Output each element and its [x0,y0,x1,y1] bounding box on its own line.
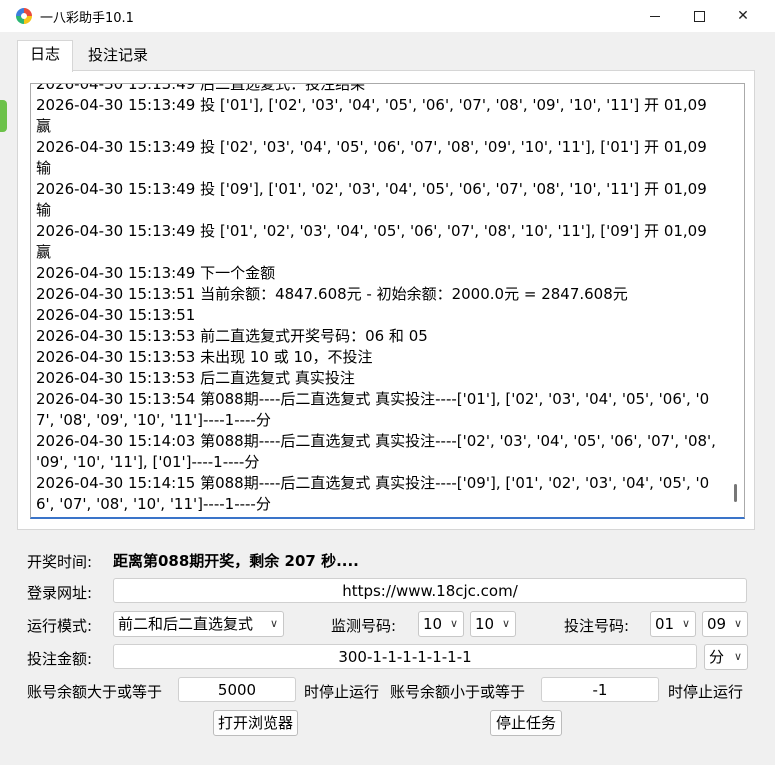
login-url-label: 登录网址: [27,584,93,602]
bet-unit-select[interactable]: 分 ∨ [704,644,748,670]
stop-above-label: 账号余额大于或等于 [27,683,163,701]
tab-log[interactable]: 日志 [17,40,74,72]
bet-number-1-value: 01 [655,615,675,633]
log-line: 2026-04-30 15:14:23 第088期----后二直选复式 真实投注… [36,515,726,517]
login-url-input[interactable]: https://www.18cjc.com/ [113,578,747,603]
log-line: 2026-04-30 15:13:54 第088期----后二直选复式 真实投注… [36,390,710,429]
log-line: 2026-04-30 15:13:49 投 ['01', '02', '03',… [36,222,707,261]
log-lines: 2026-04-30 15:13:49 后二直选复式：投注结果 2026-04-3… [36,83,726,517]
maximize-button[interactable] [676,0,722,32]
close-button[interactable]: ✕ [720,0,766,32]
draw-time-label: 开奖时间: [27,553,93,571]
bet-amount-label: 投注金额: [27,650,93,668]
log-line: 2026-04-30 15:14:03 第088期----后二直选复式 真实投注… [36,432,716,471]
stop-task-button[interactable]: 停止任务 [490,710,562,736]
log-textarea[interactable]: 2026-04-30 15:13:49 后二直选复式：投注结果 2026-04-3… [30,83,745,519]
bet-number-label: 投注号码: [564,617,630,635]
log-line: 2026-04-30 15:13:51 当前余额：4847.608元 - 初始余… [36,285,628,303]
minimize-button[interactable] [632,0,678,32]
monitor-number-1-value: 10 [423,615,443,633]
app-icon [16,8,32,24]
log-line: 2026-04-30 15:13:49 投 ['02', '03', '04',… [36,138,707,177]
bet-number-2-select[interactable]: 09 ∨ [702,611,748,637]
run-mode-value: 前二和后二直选复式 [118,615,254,633]
log-line: 2026-04-30 15:13:49 投 ['01'], ['02', '03… [36,96,707,135]
chevron-down-icon: ∨ [733,617,742,630]
chevron-down-icon: ∨ [681,617,690,630]
log-line: 2026-04-30 15:14:15 第088期----后二直选复式 真实投注… [36,474,710,513]
window-title: 一八彩助手10.1 [40,11,134,26]
log-line: 2026-04-30 15:13:49 投 ['09'], ['01', '02… [36,180,707,219]
background-window-edge [0,100,7,132]
monitor-number-2-value: 10 [475,615,495,633]
log-tab-panel: 2026-04-30 15:13:49 后二直选复式：投注结果 2026-04-3… [17,70,755,530]
close-icon: ✕ [737,8,749,24]
open-browser-button[interactable]: 打开浏览器 [213,710,298,736]
chevron-down-icon: ∨ [501,617,510,630]
log-line: 2026-04-30 15:13:51 [36,306,196,324]
tab-bet-records[interactable]: 投注记录 [76,42,160,69]
stop-above-input[interactable]: 5000 [178,677,296,702]
stop-below-label: 账号余额小于或等于 [390,683,526,701]
chevron-down-icon: ∨ [449,617,458,630]
log-line: 2026-04-30 15:13:49 下一个金额 [36,264,276,282]
bet-amount-input[interactable]: 300-1-1-1-1-1-1-1 [113,644,697,669]
monitor-number-2-select[interactable]: 10 ∨ [470,611,516,637]
monitor-number-label: 监测号码: [331,617,397,635]
draw-countdown: 距离第088期开奖，剩余 207 秒.... [113,552,359,570]
stop-below-suffix: 时停止运行 [668,683,744,701]
monitor-number-1-select[interactable]: 10 ∨ [418,611,464,637]
run-mode-select[interactable]: 前二和后二直选复式 ∨ [113,611,284,637]
minimize-icon [650,15,660,17]
stop-below-input[interactable]: -1 [541,677,659,702]
bet-number-1-select[interactable]: 01 ∨ [650,611,696,637]
log-line: 2026-04-30 15:13:49 后二直选复式：投注结果 [36,83,366,93]
maximize-icon [693,10,705,22]
chevron-down-icon: ∨ [269,617,278,630]
log-line: 2026-04-30 15:13:53 前二直选复式开奖号码：06 和 05 [36,327,428,345]
chevron-down-icon: ∨ [733,650,742,663]
bet-unit-value: 分 [709,648,725,666]
log-scrollbar[interactable] [734,484,737,502]
log-line: 2026-04-30 15:13:53 未出现 10 或 10，不投注 [36,348,373,366]
run-mode-label: 运行模式: [27,617,93,635]
log-line: 2026-04-30 15:13:53 后二直选复式 真实投注 [36,369,355,387]
title-bar: 一八彩助手10.1 ✕ [0,0,775,32]
stop-above-suffix: 时停止运行 [304,683,380,701]
bet-number-2-value: 09 [707,615,727,633]
